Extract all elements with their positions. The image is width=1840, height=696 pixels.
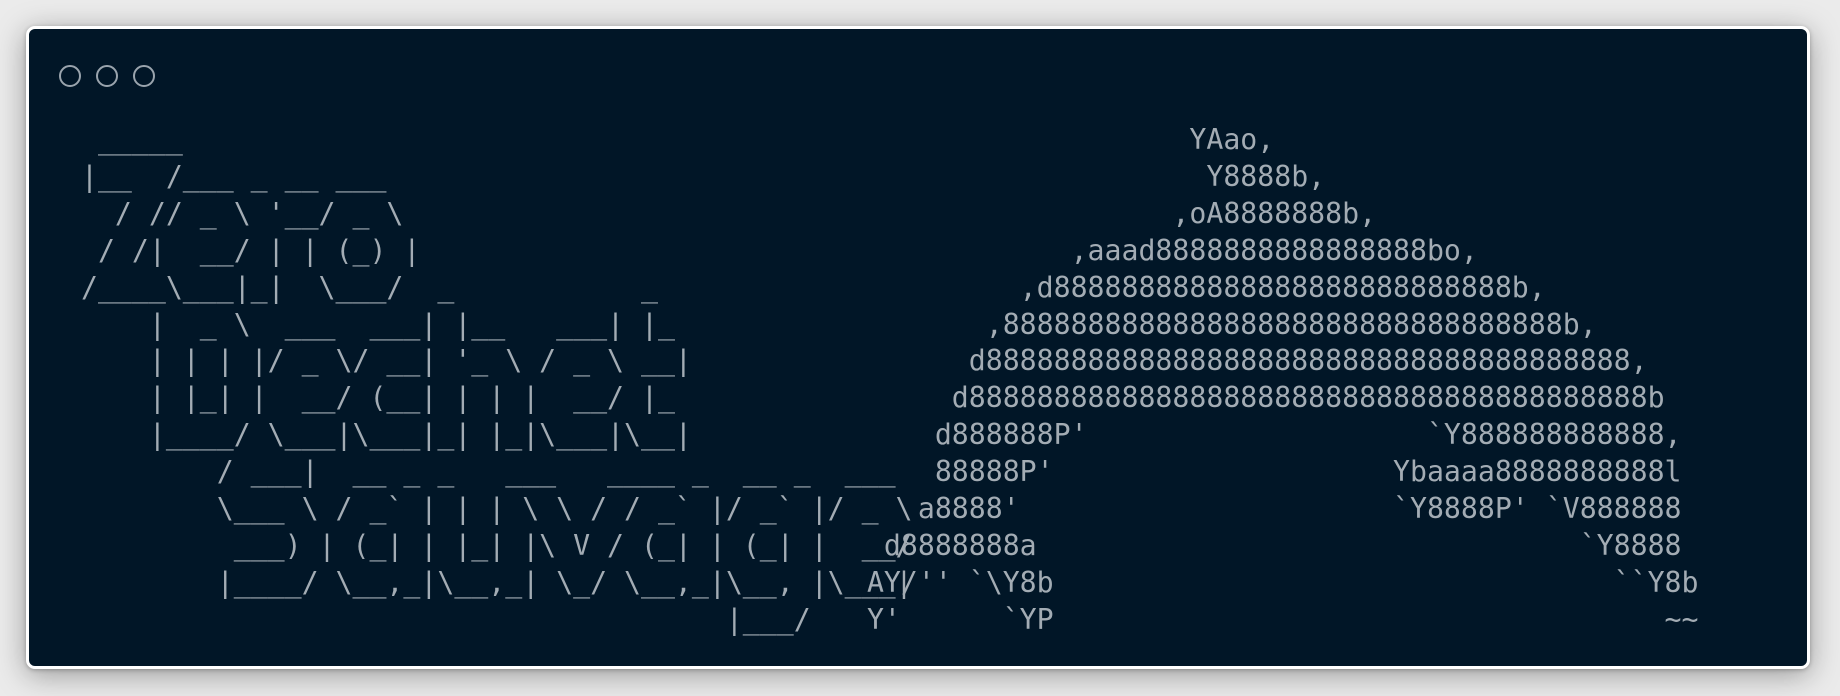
maximize-window-button[interactable] [133,65,155,87]
close-window-button[interactable] [59,65,81,87]
terminal-window: _____ |__ /___ _ __ ___ / // _ \ '__/ _ … [26,26,1810,669]
window-controls [59,65,155,87]
ascii-banner-text: _____ |__ /___ _ __ ___ / // _ \ '__/ _ … [80,123,913,636]
ascii-logo-art: YAao, Y8888b, ,oA8888888b, ,aaad88888888… [866,123,1699,636]
minimize-window-button[interactable] [96,65,118,87]
